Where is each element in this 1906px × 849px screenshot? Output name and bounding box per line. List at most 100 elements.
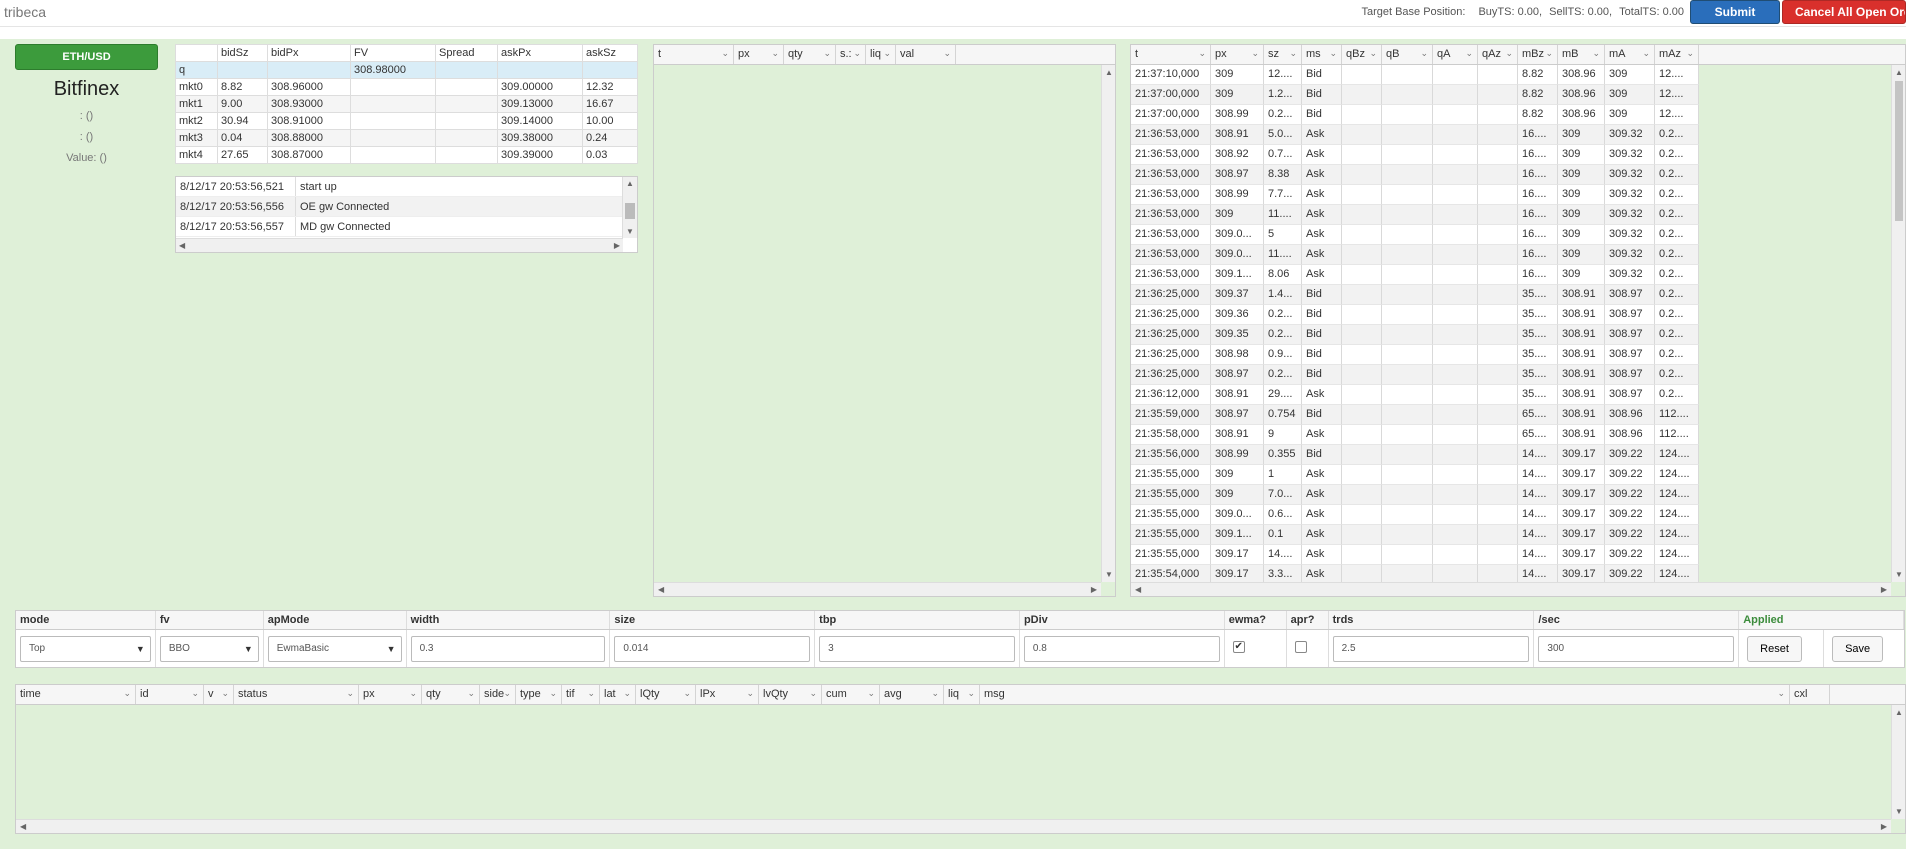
market-trades-header-mB[interactable]: mB ⌄ bbox=[1558, 45, 1605, 64]
market-cell bbox=[435, 95, 498, 113]
own-trades-header-0[interactable]: t ⌄ bbox=[654, 45, 734, 64]
market-trade-cell bbox=[1478, 265, 1518, 285]
market-trade-cell: 309 bbox=[1211, 205, 1264, 225]
market-trade-cell: 16.... bbox=[1518, 245, 1558, 265]
tbp-input[interactable]: 3 bbox=[819, 636, 1015, 662]
orders-header-lQty[interactable]: lQty ⌄ bbox=[636, 685, 696, 704]
pair-button[interactable]: ETH/USD bbox=[15, 44, 158, 70]
market-trades-header-mAz[interactable]: mAz ⌄ bbox=[1655, 45, 1699, 64]
market-trade-cell bbox=[1382, 225, 1433, 245]
market-trades-header-qB[interactable]: qB ⌄ bbox=[1382, 45, 1433, 64]
market-trades-vertical-scrollbar[interactable]: ▲ ▼ bbox=[1891, 65, 1905, 582]
orders-header-id[interactable]: id ⌄ bbox=[136, 685, 204, 704]
cancel-all-open-orders-button[interactable]: Cancel All Open Orders bbox=[1782, 0, 1906, 24]
own-trades-header-2[interactable]: qty ⌄ bbox=[784, 45, 836, 64]
buy-ts: BuyTS: 0.00, bbox=[1478, 6, 1543, 18]
own-trades-header-3[interactable]: s.: ⌄ bbox=[836, 45, 866, 64]
market-trade-row: 21:36:25,000 308.98 0.9... Bid 35.... 308.91 3… bbox=[1131, 345, 1905, 365]
orders-header-status[interactable]: status ⌄ bbox=[234, 685, 359, 704]
orders-header-lPx[interactable]: lPx ⌄ bbox=[696, 685, 759, 704]
orders-header-v[interactable]: v ⌄ bbox=[204, 685, 234, 704]
own-trades-header-1[interactable]: px ⌄ bbox=[734, 45, 784, 64]
market-trade-cell: 309.22 bbox=[1605, 505, 1655, 525]
mode-select[interactable]: Top bbox=[20, 636, 151, 662]
orders-header-lat[interactable]: lat ⌄ bbox=[600, 685, 636, 704]
orders-header-time[interactable]: time ⌄ bbox=[16, 685, 136, 704]
ewma-checkbox[interactable]: ✔ bbox=[1232, 641, 1245, 653]
own-trades-horizontal-scrollbar[interactable]: ◀ ▶ bbox=[654, 582, 1101, 596]
market-trades-header-mBz[interactable]: mBz ⌄ bbox=[1518, 45, 1558, 64]
orders-header-type[interactable]: type ⌄ bbox=[516, 685, 562, 704]
orders-horizontal-scrollbar[interactable]: ◀ ▶ bbox=[16, 819, 1891, 833]
chevron-down-icon: ⌄ bbox=[683, 688, 691, 698]
market-trade-cell: 0.2... bbox=[1655, 245, 1699, 265]
submit-order-button[interactable]: Submit order bbox=[1690, 0, 1780, 41]
market-trade-cell: 21:36:12,000 bbox=[1131, 385, 1211, 405]
orders-header-tif[interactable]: tif ⌄ bbox=[562, 685, 600, 704]
reset-button[interactable]: Reset bbox=[1747, 636, 1802, 662]
trds-cell: 2.5 bbox=[1329, 630, 1535, 667]
market-trades-header-ms[interactable]: ms ⌄ bbox=[1302, 45, 1342, 64]
market-trades-header-t[interactable]: t ⌄ bbox=[1131, 45, 1211, 64]
market-trade-row: 21:36:25,000 309.35 0.2... Bid 35.... 308.91 3… bbox=[1131, 325, 1905, 345]
orders-header-label: lPx bbox=[700, 688, 716, 700]
messages-horizontal-scrollbar[interactable]: ◀ ▶ bbox=[176, 238, 623, 252]
orders-header-label: status bbox=[238, 688, 268, 700]
market-trade-cell: 124.... bbox=[1655, 545, 1699, 565]
market-trades-horizontal-scrollbar[interactable]: ◀ ▶ bbox=[1131, 582, 1891, 596]
app-title: tribeca bbox=[4, 4, 47, 20]
per-sec-input[interactable]: 300 bbox=[1538, 636, 1735, 662]
market-trade-cell: 309 bbox=[1211, 65, 1264, 85]
market-trade-cell: 21:36:25,000 bbox=[1131, 305, 1211, 325]
market-trade-cell bbox=[1478, 305, 1518, 325]
size-input[interactable]: 0.014 bbox=[614, 636, 811, 662]
market-trades-header-label: sz bbox=[1268, 48, 1279, 60]
market-trade-cell: Ask bbox=[1302, 505, 1342, 525]
market-trade-cell bbox=[1478, 405, 1518, 425]
message-row: 8/12/17 20:53:56,556 OE gw Connected bbox=[176, 197, 637, 217]
market-trades-header-qAz[interactable]: qAz ⌄ bbox=[1478, 45, 1518, 64]
pdiv-input[interactable]: 0.8 bbox=[1023, 636, 1220, 662]
market-trades-header-qA[interactable]: qA ⌄ bbox=[1433, 45, 1478, 64]
market-trade-cell: 1.4... bbox=[1264, 285, 1302, 305]
own-trades-header-4[interactable]: liq ⌄ bbox=[866, 45, 896, 64]
market-trades-header-px[interactable]: px ⌄ bbox=[1211, 45, 1264, 64]
market-trade-cell: 0.2... bbox=[1264, 365, 1302, 385]
orders-header-liq[interactable]: liq ⌄ bbox=[944, 685, 980, 704]
market-trade-cell: 309.17 bbox=[1558, 485, 1605, 505]
orders-header-cxl[interactable]: cxl bbox=[1790, 685, 1830, 704]
market-trade-cell bbox=[1478, 225, 1518, 245]
market-trade-cell: 21:35:56,000 bbox=[1131, 445, 1211, 465]
orders-header-avg[interactable]: avg ⌄ bbox=[880, 685, 944, 704]
market-trade-cell: 308.97 bbox=[1605, 385, 1655, 405]
own-trades-header-5[interactable]: val ⌄ bbox=[896, 45, 956, 64]
orders-header-msg[interactable]: msg ⌄ bbox=[980, 685, 1790, 704]
market-trade-cell: 308.99 bbox=[1211, 105, 1264, 125]
save-button[interactable]: Save bbox=[1832, 636, 1884, 662]
apr-checkbox[interactable] bbox=[1294, 641, 1307, 653]
market-trade-cell: Bid bbox=[1302, 445, 1342, 465]
param-label-6: pDiv bbox=[1020, 611, 1225, 629]
market-trade-row: 21:35:55,000 309.0... 0.6... Ask 14.... 309.1… bbox=[1131, 505, 1905, 525]
orders-vertical-scrollbar[interactable]: ▲ ▼ bbox=[1891, 705, 1905, 819]
market-trades-header-mA[interactable]: mA ⌄ bbox=[1605, 45, 1655, 64]
market-trades-header-sz[interactable]: sz ⌄ bbox=[1264, 45, 1302, 64]
trds-input[interactable]: 2.5 bbox=[1332, 636, 1530, 662]
orders-header-qty[interactable]: qty ⌄ bbox=[422, 685, 480, 704]
market-cell: 12.32 bbox=[582, 78, 638, 96]
orders-header-side[interactable]: side ⌄ bbox=[480, 685, 516, 704]
market-trade-cell bbox=[1382, 485, 1433, 505]
orders-header-px[interactable]: px ⌄ bbox=[359, 685, 422, 704]
position-summary: Target Base Position: BuyTS: 0.00, SellT… bbox=[1351, 6, 1684, 18]
width-input[interactable]: 0.3 bbox=[410, 636, 606, 662]
market-trade-cell: 308.97 bbox=[1211, 365, 1264, 385]
market-trades-header-qBz[interactable]: qBz ⌄ bbox=[1342, 45, 1382, 64]
apmode-select[interactable]: EwmaBasic bbox=[267, 636, 402, 662]
orders-header-lvQty[interactable]: lvQty ⌄ bbox=[759, 685, 822, 704]
own-trades-vertical-scrollbar[interactable]: ▲ ▼ bbox=[1101, 65, 1115, 582]
messages-vertical-scrollbar[interactable]: ▲ ▼ bbox=[622, 177, 637, 238]
fv-select[interactable]: BBO bbox=[159, 636, 259, 662]
total-ts: TotalTS: 0.00 bbox=[1619, 6, 1684, 18]
market-trade-cell bbox=[1382, 365, 1433, 385]
orders-header-cum[interactable]: cum ⌄ bbox=[822, 685, 880, 704]
